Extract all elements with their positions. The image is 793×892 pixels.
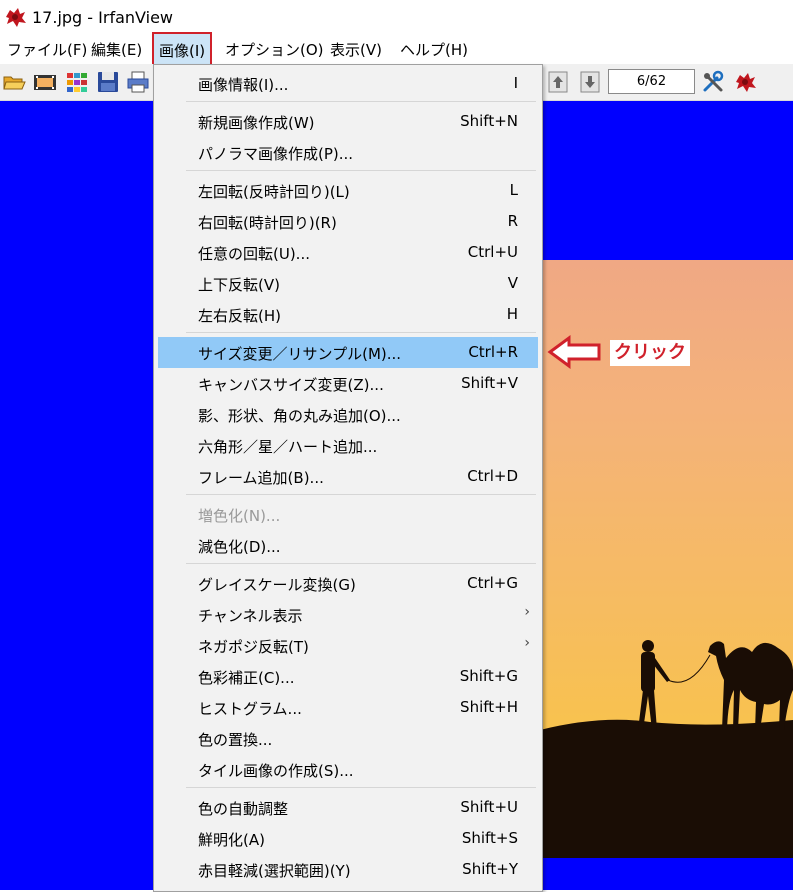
menu-image[interactable]: 画像(I) <box>152 32 213 67</box>
irfan-logo-icon[interactable] <box>733 70 757 94</box>
open-folder-icon[interactable] <box>2 70 26 94</box>
menu-item-add-shapes[interactable]: 六角形／星／ハート追加... <box>158 430 538 461</box>
menu-separator <box>186 170 536 171</box>
menu-view[interactable]: 表示(V) <box>330 39 382 60</box>
menu-item-replace-color[interactable]: 色の置換... <box>158 723 538 754</box>
menu-item-auto-adjust[interactable]: 色の自動調整 Shift+U <box>158 792 538 823</box>
menu-item-add-frame[interactable]: フレーム追加(B)... Ctrl+D <box>158 461 538 492</box>
menu-item-negative[interactable]: ネガポジ反転(T) › <box>158 630 538 661</box>
menu-item-increase-colors: 増色化(N)... <box>158 499 538 530</box>
menu-item-shortcut: Ctrl+D <box>467 467 518 485</box>
menu-item-shortcut: Shift+Y <box>462 860 518 878</box>
menu-item-add-shadow[interactable]: 影、形状、角の丸み追加(O)... <box>158 399 538 430</box>
menu-item-label: グレイスケール変換(G) <box>198 576 356 594</box>
title-bar: 17.jpg - IrfanView <box>0 0 793 34</box>
menu-item-canvas-size[interactable]: キャンバスサイズ変更(Z)... Shift+V <box>158 368 538 399</box>
click-annotation: クリック <box>610 340 690 366</box>
menu-item-label: 色の置換... <box>198 731 273 749</box>
menu-item-flip-horizontal[interactable]: 左右反転(H) H <box>158 299 538 330</box>
page-counter: 6/62 <box>608 69 695 94</box>
menu-separator <box>186 101 536 102</box>
menu-edit[interactable]: 編集(E) <box>91 39 142 60</box>
menu-item-shortcut: Ctrl+R <box>468 343 518 361</box>
thumbnails-icon[interactable] <box>65 70 89 94</box>
menu-bar: ファイル(F) 編集(E) 画像(I) オプション(O) 表示(V) ヘルプ(H… <box>0 32 793 67</box>
menu-item-grayscale[interactable]: グレイスケール変換(G) Ctrl+G <box>158 568 538 599</box>
menu-item-label: パノラマ画像作成(P)... <box>198 145 354 163</box>
image-menu-dropdown: 画像情報(I)... I 新規画像作成(W) Shift+N パノラマ画像作成(… <box>153 64 543 892</box>
prev-page-icon[interactable] <box>546 70 570 94</box>
menu-item-label: 新規画像作成(W) <box>198 114 315 132</box>
menu-item-create-tiles[interactable]: タイル画像の作成(S)... <box>158 754 538 785</box>
menu-item-shortcut: V <box>507 274 518 292</box>
menu-separator <box>186 494 536 495</box>
menu-item-red-eye[interactable]: 赤目軽減(選択範囲)(Y) Shift+Y <box>158 854 538 885</box>
menu-item-channels[interactable]: チャンネル表示 › <box>158 599 538 630</box>
menu-item-image-info[interactable]: 画像情報(I)... I <box>158 68 538 99</box>
menu-item-new-image[interactable]: 新規画像作成(W) Shift+N <box>158 106 538 137</box>
menu-item-label: ネガポジ反転(T) <box>198 638 309 656</box>
menu-item-label: 赤目軽減(選択範囲)(Y) <box>198 862 351 880</box>
menu-item-shortcut: R <box>507 212 518 230</box>
menu-item-label: キャンバスサイズ変更(Z)... <box>198 376 384 394</box>
save-icon[interactable] <box>96 70 120 94</box>
menu-item-color-corrections[interactable]: 色彩補正(C)... Shift+G <box>158 661 538 692</box>
menu-item-shortcut: L <box>509 181 518 199</box>
menu-item-label: ヒストグラム... <box>198 700 302 718</box>
settings-icon[interactable] <box>701 70 725 94</box>
menu-item-shortcut: Shift+H <box>460 698 518 716</box>
menu-separator <box>186 332 536 333</box>
menu-item-panorama[interactable]: パノラマ画像作成(P)... <box>158 137 538 168</box>
left-arrow-icon <box>547 335 601 369</box>
menu-item-decrease-colors[interactable]: 減色化(D)... <box>158 530 538 561</box>
menu-item-shortcut: Shift+U <box>460 798 518 816</box>
menu-item-label: 減色化(D)... <box>198 538 281 556</box>
menu-separator <box>186 563 536 564</box>
menu-item-shortcut: Shift+S <box>461 829 518 847</box>
menu-item-shortcut: Shift+G <box>459 667 518 685</box>
submenu-arrow-icon: › <box>524 635 530 651</box>
menu-options[interactable]: オプション(O) <box>225 39 324 60</box>
menu-item-label: 右回転(時計回り)(R) <box>198 214 337 232</box>
menu-item-shortcut: Shift+N <box>460 112 518 130</box>
menu-item-shortcut: Ctrl+G <box>467 574 518 592</box>
menu-item-label: タイル画像の作成(S)... <box>198 762 354 780</box>
slideshow-icon[interactable] <box>33 70 57 94</box>
menu-item-label: 影、形状、角の丸み追加(O)... <box>198 407 401 425</box>
menu-item-shortcut: I <box>513 74 518 92</box>
menu-item-shortcut: H <box>506 305 518 323</box>
menu-help[interactable]: ヘルプ(H) <box>400 39 468 60</box>
menu-item-label: 六角形／星／ハート追加... <box>198 438 378 456</box>
menu-item-label: 色の自動調整 <box>198 800 289 818</box>
irfanview-app-icon <box>6 8 26 27</box>
menu-item-resize-resample[interactable]: サイズ変更／リサンプル(M)... Ctrl+R <box>158 337 538 368</box>
menu-separator <box>186 787 536 788</box>
window-title: 17.jpg - IrfanView <box>32 8 173 27</box>
menu-file[interactable]: ファイル(F) <box>7 39 87 60</box>
menu-item-label: 増色化(N)... <box>198 507 281 525</box>
submenu-arrow-icon: › <box>524 604 530 620</box>
menu-item-label: 左右反転(H) <box>198 307 281 325</box>
menu-item-label: 上下反転(V) <box>198 276 280 294</box>
menu-item-rotate-left[interactable]: 左回転(反時計回り)(L) L <box>158 175 538 206</box>
menu-item-rotate-right[interactable]: 右回転(時計回り)(R) R <box>158 206 538 237</box>
menu-item-sharpen[interactable]: 鮮明化(A) Shift+S <box>158 823 538 854</box>
menu-item-label: 左回転(反時計回り)(L) <box>198 183 350 201</box>
menu-item-label: 色彩補正(C)... <box>198 669 295 687</box>
menu-item-shortcut: Shift+V <box>461 374 518 392</box>
menu-item-label: 任意の回転(U)... <box>198 245 310 263</box>
menu-item-label: 鮮明化(A) <box>198 831 265 849</box>
menu-item-histogram[interactable]: ヒストグラム... Shift+H <box>158 692 538 723</box>
menu-item-label: フレーム追加(B)... <box>198 469 324 487</box>
menu-item-shortcut: Ctrl+U <box>467 243 518 261</box>
menu-item-label: チャンネル表示 <box>198 607 303 625</box>
menu-item-label: 画像情報(I)... <box>198 76 289 94</box>
print-icon[interactable] <box>126 70 150 94</box>
menu-item-label: サイズ変更／リサンプル(M)... <box>198 345 402 363</box>
menu-item-custom-rotation[interactable]: 任意の回転(U)... Ctrl+U <box>158 237 538 268</box>
next-page-icon[interactable] <box>578 70 602 94</box>
menu-item-flip-vertical[interactable]: 上下反転(V) V <box>158 268 538 299</box>
